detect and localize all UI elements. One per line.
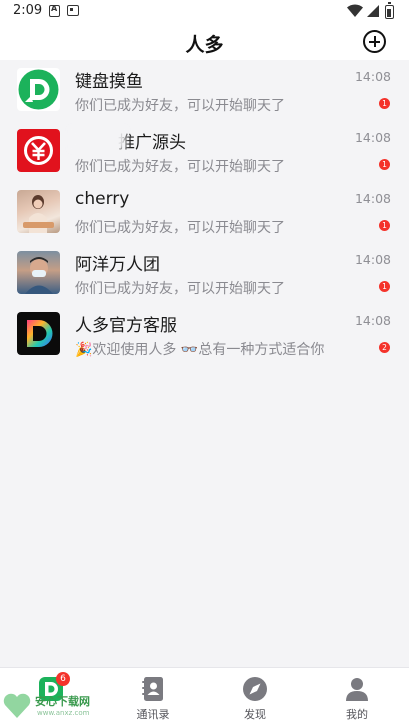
unread-badge: 2 <box>379 342 390 353</box>
chat-item-keyboard-fish[interactable]: 键盘摸鱼 你们已成为好友，可以开始聊天了 14:08 1 <box>0 60 409 121</box>
chat-time: 14:08 <box>354 69 391 84</box>
person-photo-icon <box>25 257 53 294</box>
chat-name: cherry <box>75 189 130 209</box>
unread-badge: 1 <box>379 98 390 109</box>
chat-time: 14:08 <box>354 313 391 328</box>
redaction-blur <box>70 128 126 150</box>
avatar <box>17 129 60 172</box>
tab-discover[interactable]: 发现 <box>204 668 306 727</box>
chat-preview: 你们已成为好友，可以开始聊天了 <box>75 98 285 114</box>
chat-name: 推广源头 <box>118 133 186 153</box>
tab-me[interactable]: 我的 <box>306 668 408 727</box>
chat-item-official-support[interactable]: 人多官方客服 🎉欢迎使用人多 👓总有一种方式适合你 14:08 2 <box>0 304 409 365</box>
avatar <box>17 312 60 355</box>
avatar <box>17 190 60 233</box>
chat-preview: 你们已成为好友，可以开始聊天了 <box>75 281 285 297</box>
notification-a-icon <box>49 4 60 17</box>
contacts-icon <box>142 677 163 701</box>
chat-time: 14:08 <box>354 191 391 206</box>
signal-icon <box>367 5 379 17</box>
person-icon <box>346 678 368 701</box>
compass-icon <box>243 677 267 701</box>
chat-item-promo-source[interactable]: 推广源头 你们已成为好友，可以开始聊天了 14:08 1 <box>0 121 409 182</box>
notification-app-icon <box>67 5 79 16</box>
chat-item-cherry[interactable]: cherry 你们已成为好友，可以开始聊天了 14:08 1 <box>0 182 409 243</box>
tab-label: 我的 <box>346 708 368 721</box>
chat-time: 14:08 <box>354 130 391 145</box>
person-photo-icon <box>23 195 54 233</box>
unread-badge: 1 <box>379 281 390 292</box>
page-title: 人多 <box>185 34 224 56</box>
unread-badge: 1 <box>379 220 390 231</box>
watermark-url: www.anxz.com <box>37 709 90 717</box>
chat-time: 14:08 <box>354 252 391 267</box>
chat-preview: 你们已成为好友，可以开始聊天了 <box>75 159 285 175</box>
rmb-coin-icon <box>24 136 53 165</box>
heart-logo-icon <box>3 693 31 718</box>
battery-icon <box>385 2 394 19</box>
wifi-icon <box>347 4 363 17</box>
unread-badge: 1 <box>379 159 390 170</box>
tab-unread-badge: 6 <box>56 672 70 686</box>
tab-label: 通讯录 <box>136 708 170 721</box>
avatar <box>17 68 60 111</box>
chat-preview: 🎉欢迎使用人多 👓总有一种方式适合你 <box>75 342 325 358</box>
tab-label: 发现 <box>244 708 266 721</box>
renduo-logo-icon <box>27 320 53 347</box>
chat-name: 人多官方客服 <box>75 316 177 336</box>
add-button[interactable] <box>363 30 386 53</box>
watermark-text: 安心下载网 <box>35 695 90 708</box>
green-d-logo-icon <box>18 69 59 110</box>
tab-contacts[interactable]: 通讯录 <box>102 668 204 727</box>
chat-name: 阿洋万人团 <box>75 255 160 275</box>
chat-name: 键盘摸鱼 <box>75 72 143 92</box>
app-header: 人多 <box>0 24 409 60</box>
chat-item-ayang-group[interactable]: 阿洋万人团 你们已成为好友，可以开始聊天了 14:08 1 <box>0 243 409 304</box>
chat-preview: 你们已成为好友，可以开始聊天了 <box>75 220 285 236</box>
status-bar: 2:09 <box>0 0 409 24</box>
chat-list: 键盘摸鱼 你们已成为好友，可以开始聊天了 14:08 1 推广源头 你们已成为好… <box>0 60 409 365</box>
avatar <box>17 251 60 294</box>
watermark: 安心下载网 www.anxz.com <box>2 690 102 724</box>
